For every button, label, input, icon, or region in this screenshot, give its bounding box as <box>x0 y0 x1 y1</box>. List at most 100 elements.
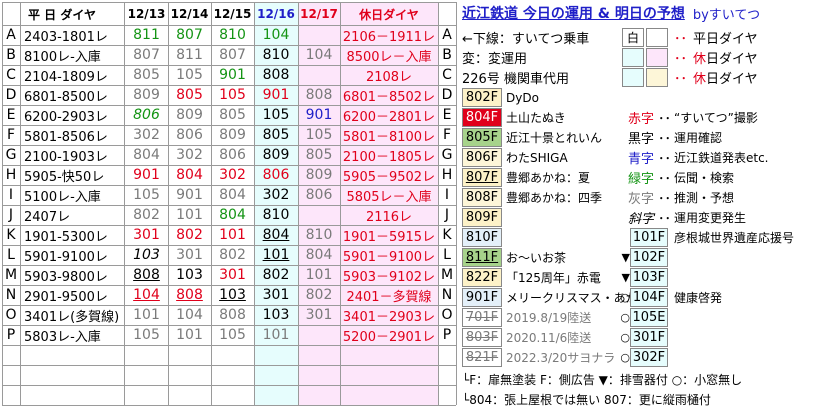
legend-dots: ･･ <box>658 132 671 147</box>
row-letter: O <box>5 307 17 323</box>
grid-hline <box>2 365 456 366</box>
vehicle-cell: 809 <box>262 147 290 163</box>
grid-hline <box>2 225 456 226</box>
vehicle-cell: 901 <box>305 107 333 123</box>
row-letter-right: M <box>440 267 454 283</box>
holiday-diagram: 1901－5915レ <box>342 229 436 245</box>
grid-hline <box>2 165 456 166</box>
loco-desc: 彦根城世界遺産応援号 <box>674 231 795 245</box>
weekday-diagram: 5901-9100レ <box>24 249 108 265</box>
vehicle-cell <box>298 25 340 45</box>
vehicle-cell: 802 <box>262 267 290 283</box>
legend-color-desc: 運用変更発生 <box>674 211 747 225</box>
holiday-diagram: 2100－1805レ <box>342 149 436 165</box>
vehicle-cell: 802 <box>176 227 203 243</box>
grid-vline <box>340 2 341 405</box>
row-letter: B <box>6 47 16 63</box>
row-letter: E <box>6 107 16 123</box>
weekday-diagram: 5801-8506レ <box>24 129 108 145</box>
grid-vline <box>20 2 21 405</box>
vehicle-cell: 103 <box>176 267 203 283</box>
vehicle-cell: 101 <box>219 227 246 243</box>
car-name: 2020.11/6陸送 <box>506 331 592 345</box>
loco-mark: ○ <box>620 311 630 324</box>
vehicle-cell: 105 <box>219 327 246 343</box>
row-letter-right: P <box>442 327 452 343</box>
row-letter: A <box>6 27 16 43</box>
loco-mark: ▼ <box>621 271 630 284</box>
vehicle-cell: 806 <box>133 107 160 123</box>
vehicle-cell <box>298 325 340 345</box>
legend-color-key: 黒字 <box>628 132 655 147</box>
car-number-box: 806F <box>462 148 502 167</box>
legend-dots: ･･ <box>658 212 671 227</box>
vehicle-cell: 805 <box>133 67 160 83</box>
weekday-diagram: 6200-2903レ <box>24 109 108 125</box>
legend-color-desc: 近江鉄道発表etc. <box>674 151 769 165</box>
car-name: DyDo <box>506 90 539 105</box>
row-letter-right: A <box>442 27 452 43</box>
vehicle-cell: 302 <box>176 147 203 163</box>
vehicle-cell: 104 <box>133 287 160 303</box>
date-header: 12/13 <box>127 7 166 21</box>
vehicle-cell: 901 <box>133 167 160 183</box>
row-letter: L <box>7 247 15 263</box>
legend-swatch-white-label: 白 <box>626 31 639 45</box>
weekday-diagram: 8100レ-入庫 <box>24 49 101 65</box>
vehicle-cell: 802 <box>219 247 246 263</box>
vehicle-cell: 104 <box>305 47 333 63</box>
vehicle-cell: 805 <box>176 87 203 103</box>
holiday-diagram: 5801－8100レ <box>342 129 436 145</box>
weekday-diagram: 1901-5300レ <box>24 229 108 245</box>
weekday-diagram: 2407レ <box>24 209 71 225</box>
vehicle-cell: 802 <box>305 287 333 303</box>
loco-mark: ○ <box>620 331 630 344</box>
car-number-box: 808F <box>462 188 502 207</box>
grid-hline <box>2 405 456 406</box>
loco-desc: 健康啓発 <box>674 291 723 305</box>
loco-number: 101F <box>630 228 668 247</box>
vehicle-cell: 105 <box>305 127 333 143</box>
row-letter-right: K <box>442 227 452 243</box>
car-number-box: 822F <box>462 268 502 287</box>
vehicle-cell: 808 <box>262 67 290 83</box>
row-letter: C <box>6 67 16 83</box>
vehicle-cell: 805 <box>262 127 290 143</box>
loco-number: 301F <box>630 328 668 347</box>
date-header: 12/17 <box>300 7 338 21</box>
legend-holiday2: ･･ 休日ダイヤ <box>674 68 758 87</box>
vehicle-cell: 301 <box>133 227 160 243</box>
loco-mark: ○ <box>620 291 630 304</box>
footer-line-1: └F：扉無塗装 F：側広告 ▼：排雪器付 ○：小窓無し <box>462 373 743 387</box>
vehicle-cell: 101 <box>133 307 160 323</box>
vehicle-cell: 808 <box>305 87 333 103</box>
grid-vline <box>211 2 212 405</box>
grid-vline <box>124 2 125 405</box>
loco-mark: ▼ <box>621 251 630 264</box>
vehicle-cell: 807 <box>133 47 160 63</box>
grid-vline <box>2 2 3 405</box>
car-name: 2022.3/20サヨナラ <box>506 351 616 365</box>
row-letter: M <box>4 267 18 283</box>
vehicle-cell: 101 <box>262 247 290 263</box>
weekday-diagram: 5803レ-入庫 <box>24 329 101 345</box>
vehicle-cell: 810 <box>262 47 290 63</box>
grid-vline <box>298 2 299 405</box>
car-number-box: 809F <box>462 208 502 227</box>
row-letter: H <box>5 167 17 183</box>
car-number-box: 803F <box>462 328 502 347</box>
row-letter-right: B <box>442 47 452 63</box>
car-number-box: 802F <box>462 88 502 107</box>
car-name: 豊郷あかね：夏 <box>506 171 591 185</box>
vehicle-cell: 901 <box>262 87 290 103</box>
legend-weekday-text: 平日ダイヤ <box>693 32 758 47</box>
vehicle-cell: 810 <box>305 227 333 243</box>
row-letter-right: J <box>444 207 450 223</box>
car-number-box: 821F <box>462 348 502 367</box>
vehicle-cell: 809 <box>219 127 246 143</box>
row-letter: K <box>6 227 16 243</box>
date-header: 12/16 <box>257 7 295 21</box>
car-number-box: 807F <box>462 168 502 187</box>
row-letter-right: I <box>444 187 450 203</box>
vehicle-cell: 105 <box>133 327 160 343</box>
